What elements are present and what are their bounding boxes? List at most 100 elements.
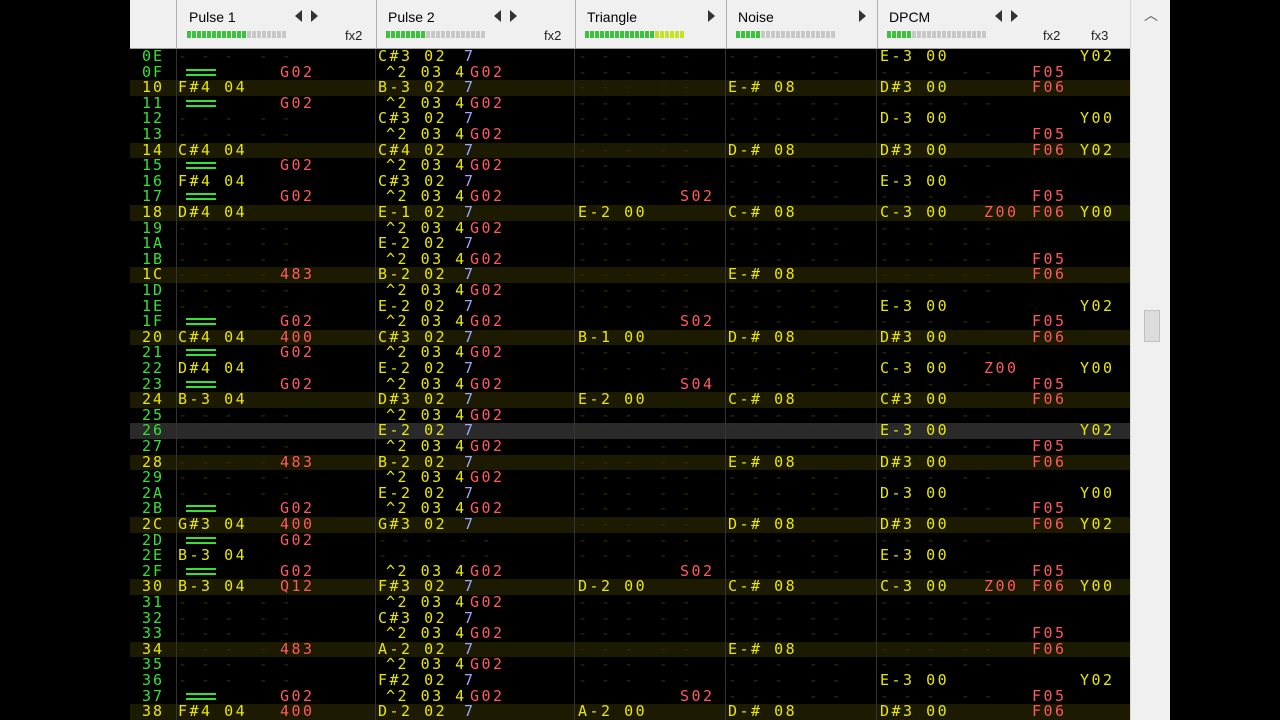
pattern-row[interactable]: 38 F#4 04 400 D-2 02 7 A-2 00 D-# 08 D#3 00 F06 — [130, 702, 1130, 720]
channel-noise[interactable]: Noise — [726, 0, 878, 48]
dpcm-effect: F06 — [1032, 577, 1067, 596]
volume-segment — [391, 31, 395, 38]
pulse1-empty: - - - - - — [178, 47, 294, 65]
row-number: 38 — [142, 702, 165, 720]
volume-segment — [645, 31, 649, 38]
pulse1-effect: G02 — [280, 530, 315, 549]
note-release-icon — [186, 99, 216, 102]
volume-segment — [751, 31, 755, 38]
volume-segment — [396, 31, 400, 38]
fx-column-label[interactable]: fx2 — [1043, 28, 1060, 43]
volume-segment — [902, 31, 906, 38]
volume-segment — [436, 31, 440, 38]
channel-right-arrow-icon[interactable] — [1011, 10, 1018, 22]
fx3-column-label[interactable]: fx3 — [1091, 28, 1108, 43]
channel-left-arrow-icon[interactable] — [995, 10, 1002, 22]
pattern-grid[interactable]: 0E - - - - - C#3 02 7- - - - -- - - - - E-3 … — [130, 47, 1130, 720]
scroll-up-arrow-icon[interactable]: ︿ — [1141, 8, 1161, 24]
dpcm-effect: F06 — [1032, 78, 1067, 97]
channel-name: DPCM — [889, 9, 931, 25]
scrollbar-thumb[interactable] — [1144, 310, 1160, 342]
triangle-effect: S02 — [680, 312, 715, 331]
volume-segment — [680, 31, 684, 38]
volume-segment — [222, 31, 226, 38]
dpcm-effect: Y00 — [1080, 483, 1115, 502]
channel-right-arrow-icon[interactable] — [510, 10, 517, 22]
dpcm-effect: Y02 — [1080, 671, 1115, 689]
volume-segment — [826, 31, 830, 38]
volume-segment — [741, 31, 745, 38]
divider — [725, 49, 726, 720]
pulse1-note: F#4 04 — [178, 702, 248, 720]
note-release-icon — [186, 68, 216, 71]
volume-segment — [212, 31, 216, 38]
volume-segment — [610, 31, 614, 38]
dpcm-effect: F06 — [1032, 265, 1067, 284]
note-release-icon — [186, 162, 216, 165]
volume-segment — [650, 31, 654, 38]
pulse1-note: F#4 04 — [178, 78, 248, 97]
pulse1-effect: G02 — [280, 343, 315, 362]
volume-segment — [217, 31, 221, 38]
volume-segment — [242, 31, 246, 38]
volume-segment — [756, 31, 760, 38]
volume-segment — [441, 31, 445, 38]
volume-segment — [431, 31, 435, 38]
volume-segment — [736, 31, 740, 38]
note-release-icon — [186, 692, 216, 695]
volume-segment — [776, 31, 780, 38]
pulse1-effect: G02 — [280, 374, 315, 393]
dpcm-effect: F06 — [1032, 702, 1067, 720]
note-release-icon — [186, 536, 216, 539]
volume-segment — [670, 31, 674, 38]
volume-segment — [982, 31, 986, 38]
triangle-empty: - - - - - — [578, 171, 694, 190]
volume-segment — [922, 31, 926, 38]
channel-right-arrow-icon[interactable] — [311, 10, 318, 22]
fx-column-label[interactable]: fx2 — [345, 28, 362, 43]
volume-segment — [620, 31, 624, 38]
volume-segment — [232, 31, 236, 38]
channel-left-arrow-icon[interactable] — [295, 10, 302, 22]
triangle-effect: S02 — [680, 187, 715, 206]
channel-left-arrow-icon[interactable] — [494, 10, 501, 22]
dpcm-effect: Y00 — [1080, 203, 1115, 221]
volume-segment — [937, 31, 941, 38]
dpcm-effect: F06 — [1032, 390, 1067, 409]
dpcm-effect: Y02 — [1080, 47, 1115, 65]
volume-segment — [892, 31, 896, 38]
triangle-empty: - - - - - — [578, 671, 694, 689]
volume-segment — [446, 31, 450, 38]
pulse1-effect: 400 — [280, 702, 315, 720]
channel-pulse1[interactable]: Pulse 1 fx2 — [177, 0, 377, 48]
noise-note: D-# 08 — [728, 702, 809, 720]
volume-segment — [967, 31, 971, 38]
channel-dpcm[interactable]: DPCM fx2 fx3 — [877, 0, 1130, 48]
channel-triangle[interactable]: Triangle — [575, 0, 727, 48]
volume-segment — [237, 31, 241, 38]
channel-name: Triangle — [587, 9, 638, 25]
tracker-pattern-editor: Pulse 1 fx2 Pulse 2 fx2 Triangle Noise D… — [130, 0, 1170, 720]
volume-segment — [202, 31, 206, 38]
channel-pulse2[interactable]: Pulse 2 fx2 — [376, 0, 576, 48]
channel-right-arrow-icon[interactable] — [708, 10, 715, 22]
vertical-scrollbar[interactable]: ︿ — [1130, 0, 1170, 720]
volume-segment — [605, 31, 609, 38]
volume-segment — [247, 31, 251, 38]
divider — [176, 49, 177, 720]
volume-segment — [272, 31, 276, 38]
divider — [375, 49, 376, 720]
pulse1-empty: - - - - - — [178, 296, 294, 315]
volume-segment — [972, 31, 976, 38]
channel-name: Noise — [738, 9, 774, 25]
volume-segment — [252, 31, 256, 38]
fx-column-label[interactable]: fx2 — [544, 28, 561, 43]
header-corner — [130, 0, 177, 48]
note-release-icon — [186, 193, 216, 196]
volume-segment — [476, 31, 480, 38]
volume-segment — [771, 31, 775, 38]
dpcm-effect: F06 — [1032, 327, 1067, 346]
pulse1-effect: G02 — [280, 187, 315, 206]
channel-right-arrow-icon[interactable] — [859, 10, 866, 22]
volume-segment — [796, 31, 800, 38]
